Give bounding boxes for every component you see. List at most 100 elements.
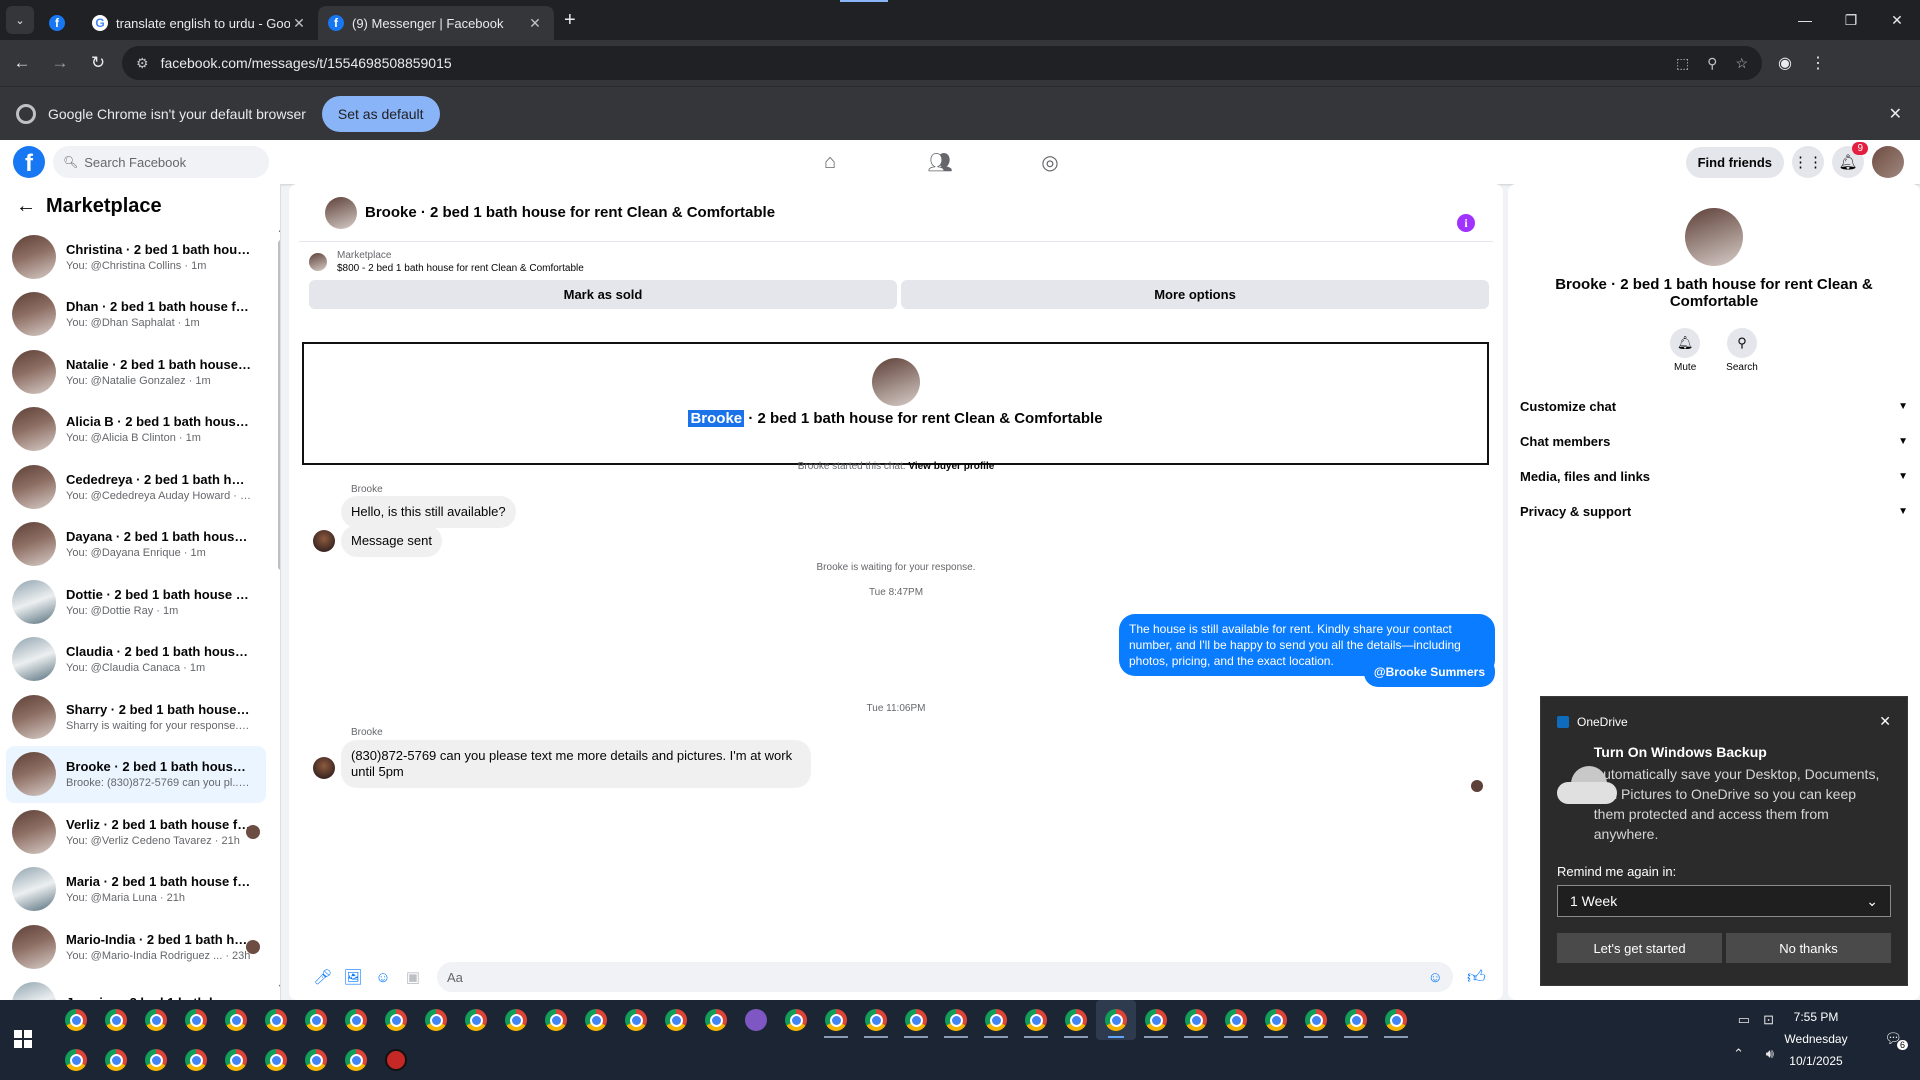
taskbar-chrome-button[interactable] (1176, 1000, 1216, 1040)
tab-google-translate[interactable]: G translate english to urdu - Goog ✕ (82, 6, 318, 40)
install-app-icon[interactable]: ⬚ (1676, 55, 1689, 72)
bookmark-star-icon[interactable]: ☆ (1735, 55, 1748, 72)
minimize-icon[interactable]: — (1782, 0, 1828, 40)
conversation-item[interactable]: Sharry · 2 bed 1 bath house for ... Sharr… (6, 688, 266, 746)
new-tab-button[interactable]: + (564, 9, 576, 32)
taskbar-chrome-button[interactable] (56, 1000, 96, 1040)
thumbs-up-icon[interactable]: 👍︎ (1467, 966, 1486, 988)
conversation-item[interactable]: Dottie · 2 bed 1 bath house for r... You:… (6, 573, 266, 631)
conversation-item[interactable]: Brooke · 2 bed 1 bath house for ... Brook… (6, 745, 266, 803)
close-window-icon[interactable]: ✕ (1874, 0, 1920, 40)
close-icon[interactable]: ✕ (290, 15, 308, 32)
sticker-icon[interactable]: ☺ (371, 969, 395, 986)
lets-get-started-button[interactable]: Let's get started (1557, 933, 1722, 963)
close-icon[interactable]: ✕ (1879, 713, 1891, 730)
restore-icon[interactable]: ❐ (1828, 0, 1874, 40)
taskbar-chrome-button[interactable] (1296, 1000, 1336, 1040)
avatar[interactable] (1872, 146, 1904, 178)
close-icon[interactable]: ✕ (526, 15, 544, 32)
listing-thumbnail[interactable] (309, 253, 327, 271)
omnibox[interactable]: ⚙ facebook.com/messages/t/15546985088590… (122, 46, 1762, 80)
taskbar-chrome-button[interactable] (416, 1000, 456, 1040)
taskbar-chrome-button[interactable] (296, 1040, 336, 1080)
message-bubble[interactable]: Message sent (341, 525, 442, 557)
taskbar-chrome-button[interactable] (136, 1040, 176, 1080)
taskbar-chrome-button[interactable] (336, 1000, 376, 1040)
taskbar-chrome-button[interactable] (816, 1000, 856, 1040)
taskbar-chrome-button[interactable] (96, 1040, 136, 1080)
reload-button[interactable]: ↻ (82, 47, 114, 79)
taskbar-chrome-button[interactable] (696, 1000, 736, 1040)
mute-button[interactable]: 🔔︎ Mute (1670, 328, 1701, 373)
clock-date[interactable]: 10/1/2025 (1776, 1054, 1856, 1068)
taskbar-chrome-button[interactable] (336, 1040, 376, 1080)
scrollbar[interactable] (278, 240, 280, 570)
chat-title[interactable]: Brooke · 2 bed 1 bath house for rent Cle… (365, 204, 775, 221)
taskbar-chrome-button[interactable] (896, 1000, 936, 1040)
conversation-item[interactable]: Verliz · 2 bed 1 bath house fo... You: @V… (6, 803, 266, 861)
scroll-down-arrow-icon[interactable]: ▼ (277, 982, 280, 992)
device-icon[interactable]: ▭ (1738, 1012, 1750, 1028)
mention-bubble[interactable]: @Brooke Summers (1363, 657, 1495, 687)
microphone-icon[interactable]: 🎤︎ (311, 968, 335, 986)
clock-day[interactable]: Wednesday (1776, 1032, 1856, 1046)
taskbar-chrome-button[interactable] (296, 1000, 336, 1040)
conversation-item[interactable]: Dhan · 2 bed 1 bath house for r... You: @… (6, 286, 266, 344)
taskbar-chrome-button[interactable] (1016, 1000, 1056, 1040)
friends-icon[interactable]: 👥︎ (920, 150, 960, 175)
taskbar-chrome-button[interactable] (1136, 1000, 1176, 1040)
taskbar-app-button[interactable] (376, 1040, 416, 1080)
taskbar-app-button[interactable] (736, 1000, 776, 1040)
taskbar-chrome-button[interactable] (136, 1000, 176, 1040)
taskbar-chrome-button[interactable] (216, 1000, 256, 1040)
taskbar-chrome-button[interactable] (56, 1040, 96, 1080)
listing-price-title[interactable]: $800 - 2 bed 1 bath house for rent Clean… (337, 263, 584, 274)
message-bubble[interactable]: Hello, is this still available? (341, 496, 516, 528)
taskbar-chrome-button[interactable] (1256, 1000, 1296, 1040)
find-friends-button[interactable]: Find friends (1685, 146, 1784, 178)
emoji-icon[interactable]: ☺ (1428, 969, 1443, 986)
taskbar-chrome-button[interactable] (256, 1040, 296, 1080)
home-icon[interactable]: ⌂ (810, 151, 850, 174)
volume-icon[interactable]: 🔊︎ (1766, 1046, 1774, 1062)
section-privacy-support[interactable]: Privacy & support ▼ (1520, 494, 1908, 529)
tab-pinned-facebook[interactable]: f (40, 6, 82, 40)
taskbar-chrome-button[interactable] (256, 1000, 296, 1040)
notifications-icon[interactable]: 🔔︎ 9 (1832, 142, 1868, 178)
set-default-button[interactable]: Set as default (321, 95, 440, 132)
taskbar-chrome-button[interactable] (1096, 1000, 1136, 1040)
avatar[interactable] (325, 196, 357, 229)
taskbar-chrome-button[interactable] (976, 1000, 1016, 1040)
remind-select[interactable]: 1 Week ⌄ (1557, 885, 1891, 917)
show-hidden-icons-icon[interactable]: ⌃ (1733, 1046, 1744, 1062)
message-input[interactable]: Aa ☺ (437, 962, 1453, 992)
taskbar-chrome-button[interactable] (176, 1040, 216, 1080)
conversation-item[interactable]: Jasmine · 2 bed 1 bath house fo... (6, 976, 266, 1000)
url-text[interactable]: facebook.com/messages/t/1554698508859015 (161, 55, 1676, 71)
avatar[interactable] (871, 358, 920, 406)
taskbar-chrome-button[interactable] (376, 1000, 416, 1040)
network-icon[interactable]: ⊡ (1763, 1012, 1774, 1028)
conversation-item[interactable]: Maria · 2 bed 1 bath house for r... You: … (6, 861, 266, 919)
taskbar-chrome-button[interactable] (536, 1000, 576, 1040)
taskbar-chrome-button[interactable] (96, 1000, 136, 1040)
back-arrow-icon[interactable]: ← (16, 195, 36, 218)
taskbar-chrome-button[interactable] (1336, 1000, 1376, 1040)
taskbar-chrome-button[interactable] (936, 1000, 976, 1040)
taskbar-chrome-button[interactable] (616, 1000, 656, 1040)
taskbar-chrome-button[interactable] (576, 1000, 616, 1040)
menu-grid-icon[interactable]: ⋮⋮ (1792, 146, 1824, 178)
section-chat-members[interactable]: Chat members ▼ (1520, 424, 1908, 459)
conversation-item[interactable]: Natalie · 2 bed 1 bath house for ... You:… (6, 343, 266, 401)
info-icon[interactable]: i (1457, 214, 1475, 232)
taskbar-chrome-button[interactable] (216, 1040, 256, 1080)
conversation-item[interactable]: Alicia B · 2 bed 1 bath house for... You:… (6, 401, 266, 459)
taskbar-chrome-button[interactable] (1216, 1000, 1256, 1040)
back-button[interactable]: ← (6, 47, 38, 79)
mark-as-sold-button[interactable]: Mark as sold (309, 280, 897, 309)
no-thanks-button[interactable]: No thanks (1726, 933, 1891, 963)
windows-start-icon[interactable] (14, 1030, 32, 1048)
more-options-button[interactable]: More options (901, 280, 1489, 309)
site-info-icon[interactable]: ⚙ (136, 55, 149, 72)
taskbar-chrome-button[interactable] (176, 1000, 216, 1040)
